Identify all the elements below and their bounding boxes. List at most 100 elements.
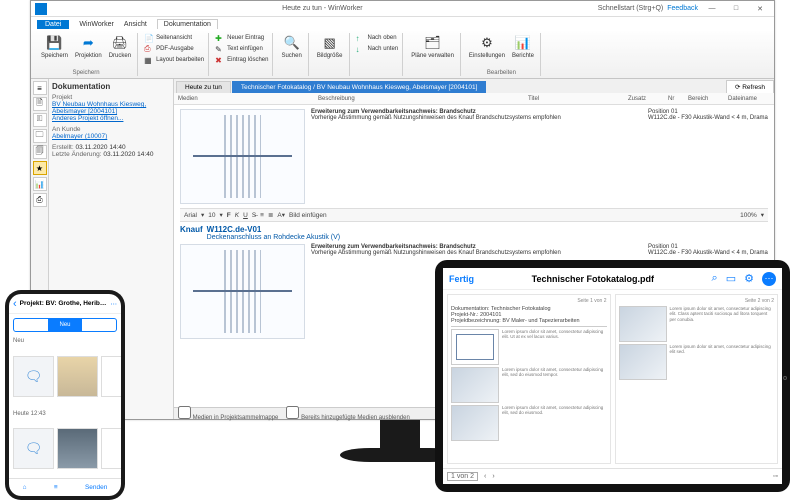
maximize-button[interactable]: □: [726, 5, 746, 12]
menu-datei[interactable]: Datei: [37, 20, 69, 29]
side-item-1[interactable]: ≡: [33, 81, 47, 95]
refresh-button[interactable]: ⟳ Refresh: [726, 80, 774, 93]
voice-note[interactable]: 🗨: [13, 428, 54, 469]
side-item-2[interactable]: 🗎: [33, 97, 47, 111]
side-item-7[interactable]: 📊: [33, 177, 47, 191]
pdf-page-1[interactable]: Seite 1 von 2 Dokumentation: Technischer…: [447, 294, 611, 464]
page-icon: 📄: [144, 33, 154, 43]
share-icon: ➦: [79, 34, 97, 52]
menu-winworker[interactable]: WinWorker: [79, 21, 113, 28]
segmented-control[interactable]: Neu: [13, 318, 117, 332]
project-link[interactable]: BV Neubau Wohnhaus Kiesweg, Abelsmayer […: [52, 101, 170, 115]
page-view-button[interactable]: 📄Seitenansicht: [144, 33, 204, 43]
side-item-3[interactable]: 🗉: [33, 113, 47, 127]
photo-thumb: [451, 367, 499, 403]
tab-today[interactable]: Heute zu tun: [176, 81, 231, 93]
menu-ansicht[interactable]: Ansicht: [124, 21, 147, 28]
seg-new[interactable]: Neu: [48, 319, 82, 331]
side-item-4[interactable]: 🗀: [33, 129, 47, 143]
layout-edit-button[interactable]: ▦Layout bearbeiten: [144, 55, 204, 65]
ribbon: 💾Speichern ➦Projektion 🖨Drucken Speicher…: [31, 31, 774, 79]
page-indicator[interactable]: 1 von 2: [447, 472, 478, 481]
tablet-screen: Fertig Technischer Fotokatalog.pdf ⌕ ▭ ⚙…: [443, 268, 782, 484]
prev-page[interactable]: ‹: [484, 473, 486, 480]
side-item-6[interactable]: ★: [33, 161, 47, 175]
entry-row[interactable]: Erweiterung zum Verwendbarkeitsnachweis:…: [180, 109, 768, 204]
layout-icon: ▦: [144, 55, 154, 65]
side-item-5[interactable]: 🗐: [33, 145, 47, 159]
app-logo: [35, 3, 47, 15]
pdf-export-button[interactable]: ⎙PDF-Ausgabe: [144, 44, 204, 54]
more-icon[interactable]: ⋯: [111, 300, 118, 308]
done-button[interactable]: Fertig: [449, 274, 474, 284]
color-button[interactable]: A▾: [277, 211, 285, 219]
entry-thumbnail[interactable]: [180, 244, 305, 339]
insert-image-button[interactable]: Bild einfügen: [289, 212, 327, 219]
zoom-level[interactable]: 100%: [740, 212, 757, 219]
size-select[interactable]: 10: [208, 212, 215, 219]
new-entry-button[interactable]: ✚Neuer Eintrag: [215, 33, 268, 43]
chk-hide-added[interactable]: Bereits hinzugefügte Medien ausblenden: [286, 406, 409, 421]
pdf-page-2[interactable]: Seite 2 von 2 Lorem ipsum dolor sit amet…: [615, 294, 779, 464]
media-thumb[interactable]: [101, 428, 121, 469]
align-left[interactable]: ≡: [260, 212, 264, 219]
quick-search[interactable]: Schnellstart (Strg+Q): [598, 5, 664, 12]
image-size-button[interactable]: ▧Bildgröße: [315, 33, 345, 60]
open-other-project[interactable]: Anderes Projekt öffnen...: [52, 115, 170, 122]
send-button[interactable]: Senden: [85, 484, 107, 491]
image-icon: ▧: [321, 34, 339, 52]
tab-catalog[interactable]: Technischer Fotokatalog / BV Neubau Wohn…: [232, 81, 487, 93]
feedback-link[interactable]: Feedback: [667, 5, 698, 12]
back-button[interactable]: ‹: [13, 298, 17, 310]
voice-note[interactable]: 🗨: [13, 356, 54, 397]
italic-button[interactable]: K: [235, 212, 239, 219]
plus-icon: ✚: [215, 33, 225, 43]
bold-button[interactable]: F: [227, 212, 231, 219]
search-button[interactable]: 🔍Suchen: [279, 33, 303, 60]
tablet-header: Fertig Technischer Fotokatalog.pdf ⌕ ▭ ⚙…: [443, 268, 782, 290]
plans-button[interactable]: 🗂Pläne verwalten: [409, 33, 456, 60]
menu-dokumentation[interactable]: Dokumentation: [157, 19, 218, 29]
settings-icon[interactable]: ⚙: [744, 272, 754, 286]
seg-all[interactable]: [14, 319, 48, 331]
strike-button[interactable]: S̶: [252, 212, 256, 219]
tablet-title: Technischer Fotokatalog.pdf: [532, 274, 654, 284]
nav-heading: Dokumentation: [52, 82, 170, 91]
format-toolbar: Arial▾ 10▾ F K U S̶ ≡ ≣ A▾ Bild einfügen…: [180, 208, 768, 222]
seg-other[interactable]: [82, 319, 116, 331]
menu-bar: Datei WinWorker Ansicht Dokumentation: [31, 17, 774, 31]
gear-icon: ⚙: [478, 34, 496, 52]
side-item-8[interactable]: ⎙: [33, 193, 47, 207]
customer-link[interactable]: Abelmayer (10007): [52, 133, 170, 140]
list-tab[interactable]: ≡: [54, 484, 58, 491]
photo-thumb: [451, 405, 499, 441]
menu-icon[interactable]: ⋯: [762, 272, 776, 286]
next-page[interactable]: ›: [492, 473, 494, 480]
minimize-button[interactable]: —: [702, 5, 722, 12]
media-thumb[interactable]: [57, 356, 98, 397]
reports-button[interactable]: 📊Berichte: [510, 33, 536, 60]
home-tab[interactable]: ⌂: [23, 484, 27, 491]
bookmark-icon[interactable]: ▭: [726, 272, 736, 286]
home-button[interactable]: [783, 376, 787, 380]
media-thumb[interactable]: [57, 428, 98, 469]
underline-button[interactable]: U: [243, 212, 248, 219]
projection-button[interactable]: ➦Projektion: [73, 33, 104, 60]
settings-button[interactable]: ⚙Einstellungen: [467, 33, 507, 60]
print-button[interactable]: 🖨Drucken: [107, 33, 133, 60]
close-button[interactable]: ✕: [750, 5, 770, 13]
save-button[interactable]: 💾Speichern: [39, 33, 70, 60]
delete-icon: ✖: [215, 55, 225, 65]
move-down-button[interactable]: ↓Nach unten: [356, 44, 399, 54]
view-mode[interactable]: ▫▫: [773, 473, 778, 480]
delete-entry-button[interactable]: ✖Eintrag löschen: [215, 55, 268, 65]
insert-text-button[interactable]: ✎Text einfügen: [215, 44, 268, 54]
search-icon[interactable]: ⌕: [712, 272, 718, 286]
media-thumb[interactable]: [101, 356, 121, 397]
chk-collection[interactable]: Medien in Projektsammelmappe: [178, 406, 278, 421]
font-select[interactable]: Arial: [184, 212, 197, 219]
move-up-button[interactable]: ↑Nach oben: [356, 33, 399, 43]
print-icon: 🖨: [111, 34, 129, 52]
entry-thumbnail[interactable]: [180, 109, 305, 204]
align-center[interactable]: ≣: [268, 211, 273, 219]
